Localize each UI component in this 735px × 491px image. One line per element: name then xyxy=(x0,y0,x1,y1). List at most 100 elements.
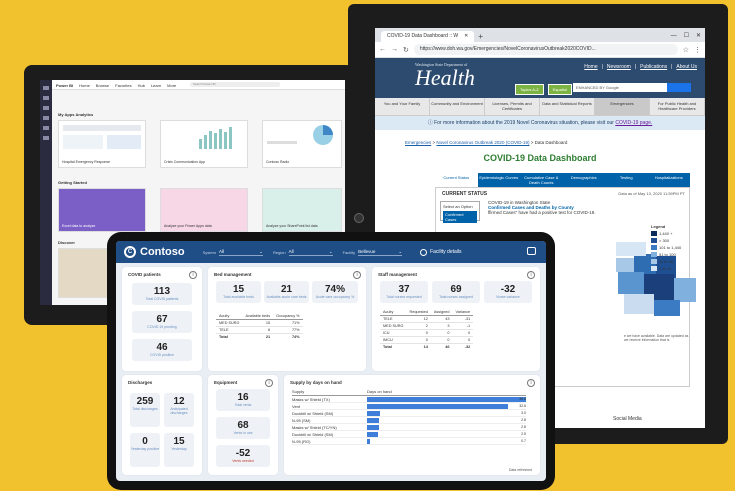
table-row[interactable]: Masks w/ Shield (TX) 36.8 xyxy=(292,396,526,403)
powerbi-search[interactable]: Search Power BI xyxy=(190,82,280,87)
url-field[interactable]: https://www.doh.wa.gov/Emergencies/Novel… xyxy=(413,44,678,55)
total-row: Total 21 74% xyxy=(216,334,303,341)
chevron-down-icon: ⌄ xyxy=(259,248,263,254)
facility-details-button[interactable]: Facility details xyxy=(420,248,462,256)
nav-item[interactable]: Licenses, Permits and Certificates xyxy=(485,98,540,115)
bar-track: 2.5 xyxy=(367,431,526,437)
app-card[interactable]: Contoso Radio xyxy=(262,120,342,168)
maximize-icon[interactable]: ☐ xyxy=(684,31,689,42)
tab-hospitalizations[interactable]: Hospitalizations xyxy=(648,173,691,187)
nav-item-active[interactable]: Emergencies xyxy=(595,98,650,115)
table-row[interactable]: Duckbill w/ Shield (SM) 3.0 xyxy=(292,410,526,417)
nav-item[interactable]: For Public Health and Healthcare Provide… xyxy=(650,98,705,115)
menu-hub[interactable]: Hub xyxy=(138,83,145,88)
breadcrumb: Emergencies > Novel Coronavirus Outbreak… xyxy=(405,140,568,145)
getting-started-card[interactable]: Excel data to analyze xyxy=(58,188,146,232)
tab-testing[interactable]: Testing xyxy=(605,173,648,187)
kpi-card: 0 Yesterday positive xyxy=(130,433,160,467)
link-publications[interactable]: Publications xyxy=(640,64,667,70)
link-newsroom[interactable]: Newsroom xyxy=(607,64,631,70)
staff-table: Acuity Requested Assigned Variance TELE 12 43… xyxy=(380,309,474,350)
site-search-input[interactable]: ENHANCED BY Google xyxy=(573,83,669,92)
menu-favorites[interactable]: Favorites xyxy=(115,83,131,88)
supply-bar[interactable] xyxy=(367,410,380,416)
legend-item: 1,440 + xyxy=(651,231,685,236)
info-icon[interactable]: i xyxy=(189,271,197,279)
table-row[interactable]: N-95 (SM) 2.8 xyxy=(292,417,526,424)
filter-region[interactable]: Region All ⌄ xyxy=(273,249,333,256)
app-card[interactable]: Hospital Emergency Response xyxy=(58,120,146,168)
crumb-emergencies[interactable]: Emergencies xyxy=(405,140,431,145)
table-row[interactable]: Duckbill w/ Shield (SM) 2.5 xyxy=(292,431,526,438)
menu-more[interactable]: More xyxy=(167,83,176,88)
social-media-label[interactable]: Social Media xyxy=(613,416,642,422)
topics-az-button[interactable]: Topics A-Z xyxy=(515,84,544,95)
espanol-button[interactable]: Español xyxy=(547,84,573,95)
filter-facility[interactable]: Facility Bellevue ⌄ xyxy=(343,249,403,256)
recent-icon[interactable] xyxy=(43,106,49,110)
workspaces-icon[interactable] xyxy=(43,136,49,140)
supply-bar[interactable] xyxy=(367,438,371,444)
kpi-value: 0 xyxy=(142,436,148,447)
back-icon[interactable]: ← xyxy=(379,46,386,53)
home-icon[interactable] xyxy=(43,86,49,90)
supply-bar[interactable] xyxy=(367,417,380,423)
close-icon[interactable]: ✕ xyxy=(464,31,468,42)
menu-browse[interactable]: Browse xyxy=(96,83,109,88)
star-icon[interactable]: ☆ xyxy=(683,46,689,54)
app-card[interactable]: Crisis Communication App xyxy=(160,120,248,168)
info-icon[interactable]: i xyxy=(527,271,535,279)
dashboard-tabs: Current Status Epidemiologic Curves Cumu… xyxy=(435,173,690,187)
apps-icon[interactable] xyxy=(43,116,49,120)
site-logo[interactable]: Washington State Department of Health xyxy=(415,62,475,89)
header-buttons: Topics A-Z Español xyxy=(515,84,573,95)
info-icon[interactable]: i xyxy=(527,379,535,387)
crumb-outbreak[interactable]: Novel Coronavirus Outbreak 2020 (COVID-1… xyxy=(436,140,529,145)
getting-started-card[interactable]: Analyze your Power Apps data xyxy=(160,188,248,232)
window-close-icon[interactable]: ✕ xyxy=(696,31,701,42)
shared-icon[interactable] xyxy=(43,126,49,130)
link-home[interactable]: Home xyxy=(584,64,597,70)
getting-started-card[interactable]: Analyze your SharePoint list data xyxy=(262,188,342,232)
discover-card[interactable] xyxy=(58,248,108,298)
nav-item[interactable]: Data and Statistical Reports xyxy=(540,98,595,115)
column-header[interactable]: Days on hand xyxy=(367,389,392,394)
supply-bar[interactable] xyxy=(367,396,526,402)
table-cell: 43 xyxy=(430,315,453,323)
chat-icon[interactable] xyxy=(527,247,536,255)
table-row[interactable]: N-95 (RG) 0.7 xyxy=(292,438,526,445)
new-tab-icon[interactable]: + xyxy=(478,31,483,42)
nav-item[interactable]: You and Your Family xyxy=(375,98,430,115)
nav-rail xyxy=(40,80,52,305)
tab-cumulative[interactable]: Cumulative Case & Death Counts xyxy=(520,173,563,187)
confirmed-cases-button[interactable]: Confirmed Cases xyxy=(443,211,477,223)
supply-name: N-95 (RG) xyxy=(292,438,311,444)
nav-item[interactable]: Community and Environment xyxy=(430,98,485,115)
table-cell: 71% xyxy=(273,319,303,327)
tab-current-status[interactable]: Current Status xyxy=(435,173,478,187)
menu-learn[interactable]: Learn xyxy=(151,83,161,88)
filter-system[interactable]: System All ⌄ xyxy=(203,249,263,256)
table-row[interactable]: Masks w/ Shield (TC/YN) 2.8 xyxy=(292,424,526,431)
info-icon[interactable]: i xyxy=(265,379,273,387)
info-icon[interactable]: i xyxy=(353,271,361,279)
reload-icon[interactable]: ↻ xyxy=(403,46,409,54)
column-header[interactable]: Supply xyxy=(292,389,367,394)
supply-bar[interactable] xyxy=(367,431,378,437)
supply-bar[interactable] xyxy=(367,403,508,409)
link-about[interactable]: About Us xyxy=(676,64,697,70)
browser-tab[interactable]: COVID-19 Data Dashboard :: W ✕ xyxy=(381,31,475,42)
alert-link[interactable]: COVID-19 page. xyxy=(615,120,652,126)
menu-icon[interactable]: ⋮ xyxy=(694,46,701,54)
menu-home[interactable]: Home xyxy=(79,83,90,88)
favorites-icon[interactable] xyxy=(43,96,49,100)
table-cell: 2 xyxy=(406,322,431,330)
tab-epi-curves[interactable]: Epidemiologic Curves xyxy=(478,173,521,187)
forward-icon[interactable]: → xyxy=(391,46,398,53)
minimize-icon[interactable]: — xyxy=(671,31,677,42)
kpi-caption: Anticipated discharges xyxy=(170,407,188,415)
search-button[interactable] xyxy=(667,83,691,92)
supply-bar[interactable] xyxy=(367,424,380,430)
table-row[interactable]: Vent 32.6 xyxy=(292,403,526,410)
tab-demographics[interactable]: Demographics xyxy=(563,173,606,187)
